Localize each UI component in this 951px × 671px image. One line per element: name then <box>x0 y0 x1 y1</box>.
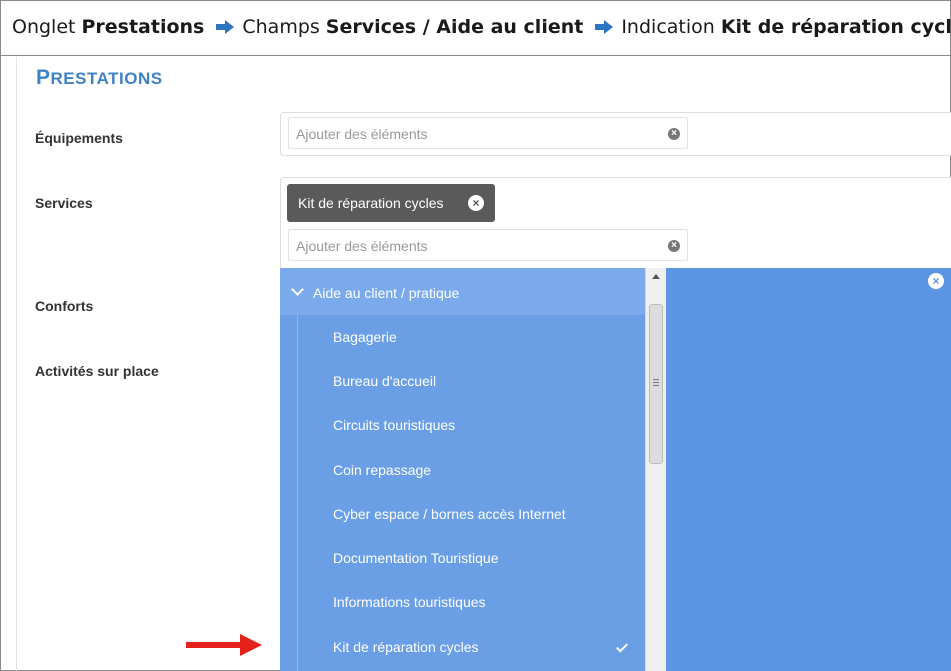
dropdown-group-aide-au-client[interactable]: Aide au client / pratique <box>280 268 645 315</box>
dropdown-scrollbar[interactable] <box>645 268 666 671</box>
equipements-input[interactable]: Ajouter des éléments × <box>288 117 688 149</box>
section-title-initial: P <box>36 66 51 89</box>
remove-tag-icon[interactable]: × <box>468 195 484 211</box>
instruction-breadcrumb: Onglet Prestations Champs Services / Aid… <box>0 0 951 56</box>
arrow-right-icon <box>216 20 235 34</box>
services-dropdown: Aide au client / pratique Bagagerie Bure… <box>280 268 666 671</box>
selected-tag-label: Kit de réparation cycles <box>298 195 444 211</box>
dropdown-item-coin-repassage[interactable]: Coin repassage <box>280 448 645 492</box>
left-divider <box>16 57 17 671</box>
checkmark-icon <box>615 640 629 653</box>
tab-name: Prestations <box>81 16 205 38</box>
dropdown-item-cyber-espace[interactable]: Cyber espace / bornes accès Internet <box>280 492 645 536</box>
dropdown-item-label: Cyber espace / bornes accès Internet <box>333 506 566 522</box>
grip-icon <box>653 379 659 380</box>
dropdown-item-bagagerie[interactable]: Bagagerie <box>280 315 645 359</box>
dropdown-item-label: Informations touristiques <box>333 594 486 610</box>
close-icon[interactable]: × <box>928 273 944 289</box>
conforts-label: Conforts <box>35 298 94 314</box>
equipements-label: Équipements <box>35 130 123 146</box>
selected-tag: Kit de réparation cycles × <box>287 184 495 222</box>
chevron-down-icon <box>291 283 304 296</box>
activites-label: Activités sur place <box>35 363 159 379</box>
dropdown-item-bureau-accueil[interactable]: Bureau d'accueil <box>280 359 645 403</box>
scroll-up-icon[interactable] <box>652 274 660 279</box>
dropdown-item-label: Coin repassage <box>333 462 432 478</box>
annotation-arrow-icon <box>186 633 262 657</box>
field-name: Services / Aide au client <box>325 16 584 38</box>
field-prefix: Champs <box>242 16 320 38</box>
indication-name: Kit de réparation cycles <box>720 16 951 38</box>
services-label: Services <box>35 195 93 211</box>
dropdown-group-label: Aide au client / pratique <box>313 285 460 301</box>
dropdown-item-label: Kit de réparation cycles <box>333 639 479 655</box>
clear-icon[interactable]: × <box>668 240 680 252</box>
dropdown-item-documentation-touristique[interactable]: Documentation Touristique <box>280 536 645 580</box>
dropdown-item-label: Documentation Touristique <box>333 550 499 566</box>
clear-icon[interactable]: × <box>668 128 680 140</box>
dropdown-side-panel: × <box>666 268 951 671</box>
dropdown-item-informations-touristiques[interactable]: Informations touristiques <box>280 580 645 624</box>
dropdown-item-kit-reparation-cycles[interactable]: Kit de réparation cycles <box>280 625 645 669</box>
dropdown-item-circuits-touristiques[interactable]: Circuits touristiques <box>280 403 645 447</box>
scroll-thumb[interactable] <box>649 304 663 464</box>
section-title-rest: RESTATIONS <box>50 69 163 88</box>
arrow-right-icon <box>595 20 614 34</box>
services-input[interactable]: Ajouter des éléments × <box>288 229 688 261</box>
tab-prefix: Onglet <box>12 16 76 38</box>
dropdown-item-label: Bagagerie <box>333 329 397 345</box>
dropdown-item-label: Bureau d'accueil <box>333 373 437 389</box>
services-placeholder: Ajouter des éléments <box>296 238 428 254</box>
indication-prefix: Indication <box>621 16 715 38</box>
section-title: PRESTATIONS <box>36 66 163 90</box>
equipements-placeholder: Ajouter des éléments <box>296 126 428 142</box>
dropdown-item-label: Circuits touristiques <box>333 417 456 433</box>
